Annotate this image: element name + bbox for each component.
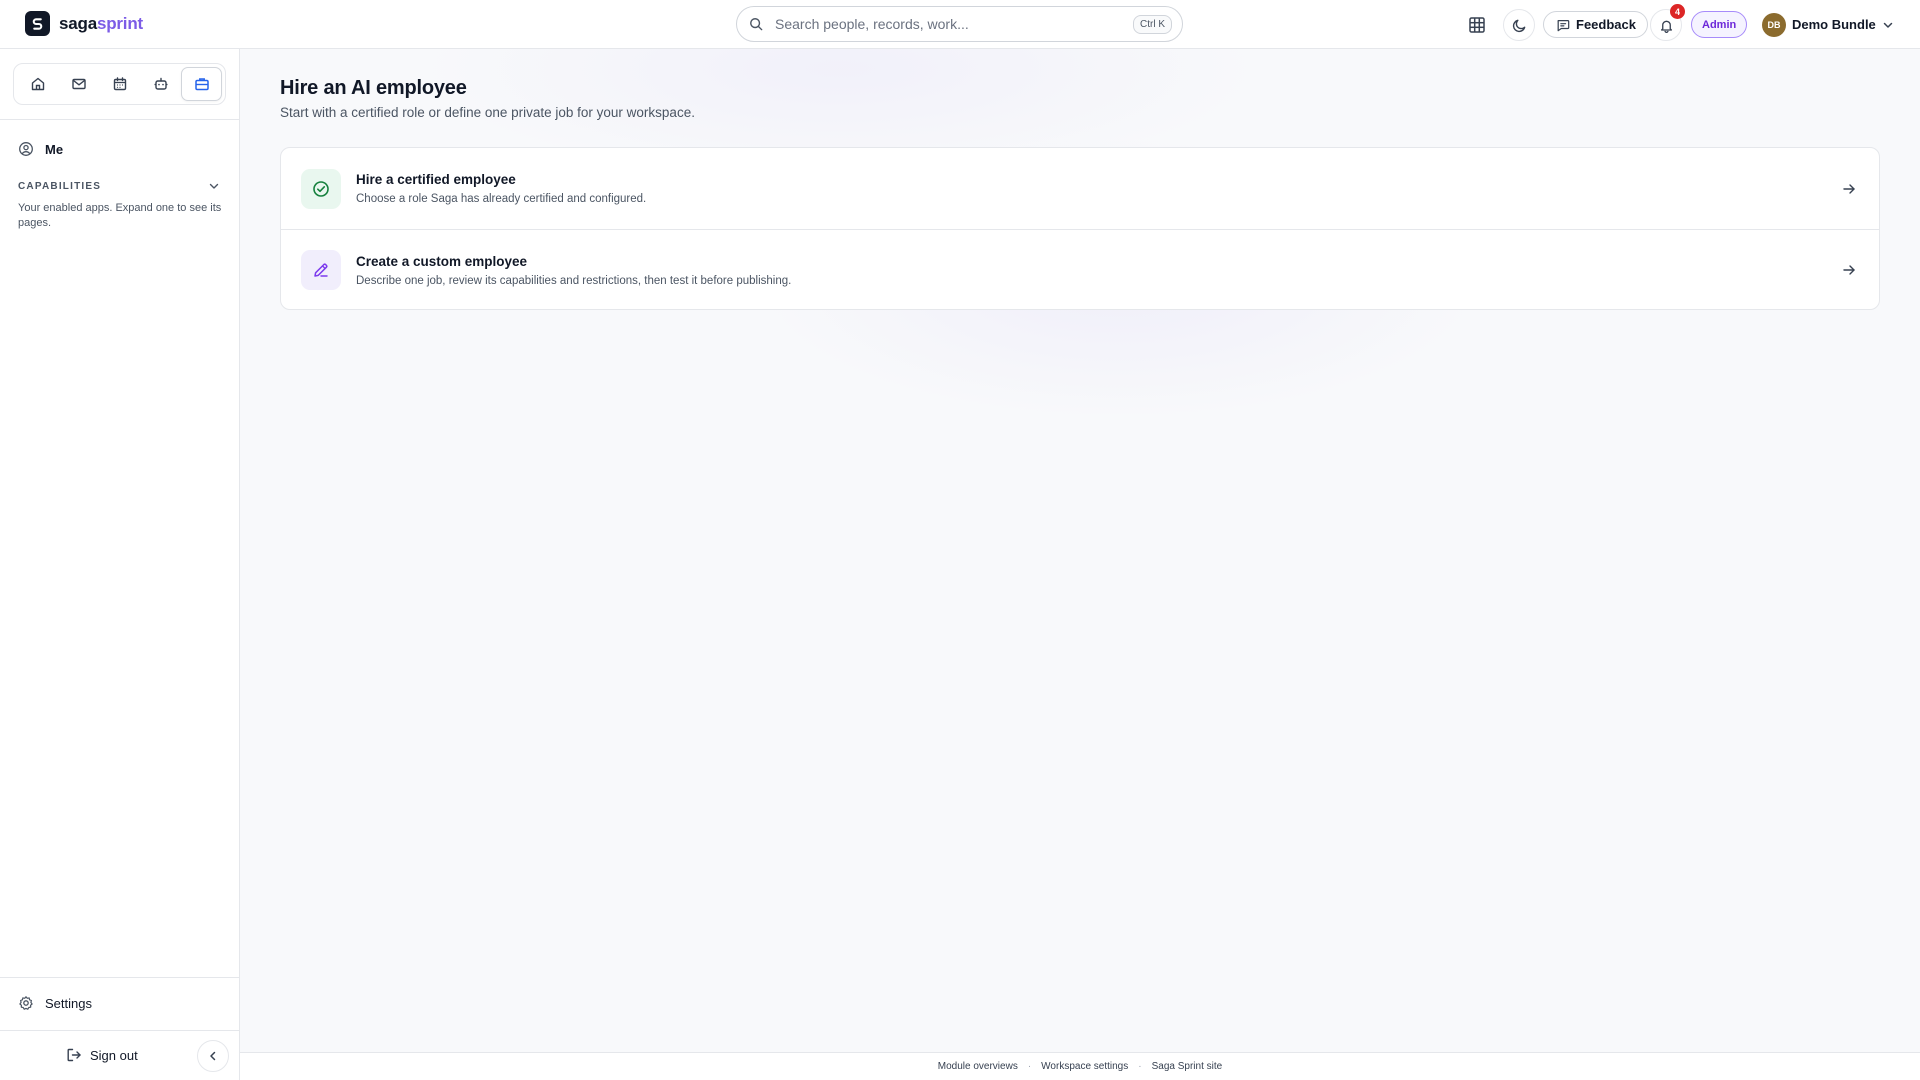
apps-grid-button[interactable]	[1461, 9, 1493, 41]
sidebar-divider	[0, 977, 239, 978]
sidebar-item-settings[interactable]: Settings	[18, 995, 92, 1011]
capabilities-title: CAPABILITIES	[18, 180, 102, 192]
sign-out-label: Sign out	[90, 1047, 138, 1063]
brand-name-part1: saga	[59, 13, 97, 33]
create-custom-employee-option[interactable]: Create a custom employee Describe one jo…	[281, 229, 1879, 309]
check-circle-icon	[313, 180, 329, 197]
option-icon-box	[301, 168, 341, 209]
brand-logo[interactable]: sagasprint	[25, 11, 143, 36]
page-subtitle: Start with a certified role or define on…	[280, 105, 695, 120]
brand-name: sagasprint	[59, 14, 143, 34]
option-text: Create a custom employee Describe one jo…	[356, 254, 1839, 287]
brand-mark-icon	[25, 11, 50, 36]
chevron-down-icon	[209, 183, 219, 189]
footer-link-workspace-settings[interactable]: Workspace settings	[1041, 1061, 1128, 1072]
notifications-button[interactable]: 4	[1650, 4, 1685, 41]
arrow-right-icon	[1839, 260, 1859, 280]
theme-toggle-button[interactable]	[1503, 9, 1535, 41]
rail-bot-button[interactable]	[140, 67, 181, 101]
arrow-right-icon	[1839, 179, 1859, 199]
gear-icon	[19, 996, 33, 1010]
option-description: Choose a role Saga has already certified…	[356, 193, 647, 205]
brand-name-part2: sprint	[96, 13, 143, 33]
option-title: Create a custom employee	[356, 253, 528, 269]
user-circle-icon	[19, 142, 33, 156]
sidebar-divider	[0, 1030, 239, 1031]
footer-link-saga-sprint-site[interactable]: Saga Sprint site	[1152, 1061, 1223, 1072]
chevron-left-icon	[210, 1051, 216, 1061]
chevron-down-icon	[1883, 22, 1893, 28]
footer: Module overviews · Workspace settings · …	[240, 1052, 1920, 1080]
sidebar-item-label: Me	[45, 141, 64, 157]
rail-calendar-button[interactable]	[99, 67, 140, 101]
option-icon-box	[301, 250, 341, 290]
moon-icon	[1512, 19, 1525, 32]
page-title: Hire an AI employee	[280, 77, 467, 99]
top-bar: sagasprint Ctrl K Feedback	[0, 0, 1920, 49]
pencil-icon	[314, 263, 328, 277]
rail-home-button[interactable]	[17, 67, 58, 101]
feedback-button[interactable]: Feedback	[1543, 11, 1648, 38]
search-input[interactable]	[775, 16, 1133, 32]
bot-icon	[154, 77, 167, 90]
search-icon	[750, 18, 763, 31]
role-badge[interactable]: Admin	[1691, 11, 1748, 38]
sign-out-button[interactable]: Sign out	[66, 1047, 138, 1063]
global-search[interactable]: Ctrl K	[736, 6, 1183, 42]
rail-mail-button[interactable]	[58, 67, 99, 101]
footer-separator: ·	[1138, 1061, 1142, 1072]
app-rail	[13, 63, 226, 105]
main-content: Hire an AI employee Start with a certifi…	[240, 49, 1920, 1052]
footer-separator: ·	[1027, 1061, 1032, 1072]
notification-count-badge: 4	[1670, 4, 1685, 19]
sidebar-item-label: Settings	[45, 995, 92, 1011]
user-name: Demo Bundle	[1792, 17, 1876, 32]
rail-briefcase-button[interactable]	[181, 67, 223, 101]
user-menu[interactable]: DB Demo Bundle	[1762, 11, 1894, 38]
avatar: DB	[1762, 12, 1786, 37]
log-out-icon	[67, 1048, 81, 1062]
home-icon	[31, 77, 44, 91]
option-text: Hire a certified employee Choose a role …	[356, 172, 1839, 205]
capabilities-section-toggle[interactable]: CAPABILITIES	[18, 180, 220, 192]
hire-options-card: Hire a certified employee Choose a role …	[280, 147, 1880, 310]
mail-icon	[71, 78, 86, 90]
calendar-icon	[113, 77, 126, 91]
collapse-sidebar-button[interactable]	[197, 1040, 229, 1072]
sidebar: Me CAPABILITIES Your enabled apps. Expan…	[0, 49, 240, 1080]
hire-certified-employee-option[interactable]: Hire a certified employee Choose a role …	[281, 148, 1879, 229]
briefcase-icon	[194, 78, 209, 91]
option-title: Hire a certified employee	[356, 172, 516, 187]
sidebar-divider	[0, 119, 239, 120]
footer-link-module-overviews[interactable]: Module overviews	[938, 1061, 1018, 1072]
bell-icon	[1660, 20, 1672, 33]
capabilities-description: Your enabled apps. Expand one to see its…	[18, 202, 222, 229]
feedback-label: Feedback	[1576, 17, 1636, 32]
grid-icon	[1469, 17, 1485, 33]
option-description: Describe one job, review its capabilitie…	[356, 274, 792, 287]
search-shortcut-hint: Ctrl K	[1133, 14, 1172, 34]
sidebar-item-me[interactable]: Me	[18, 141, 63, 157]
feedback-icon	[1557, 19, 1570, 31]
